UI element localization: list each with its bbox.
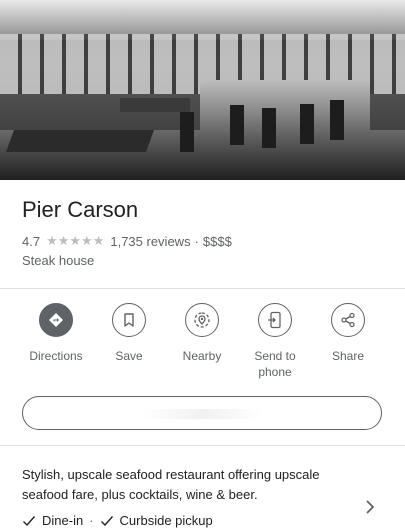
chevron-right-icon[interactable] [363, 498, 377, 516]
feature-label: Dine-in [42, 513, 84, 528]
send-to-phone-button[interactable]: Send to phone [239, 303, 311, 380]
share-button[interactable]: Share [312, 303, 384, 364]
share-label: Share [331, 349, 365, 363]
reviews-link[interactable]: 1,735 reviews [110, 234, 190, 249]
check-icon [23, 515, 36, 526]
star-rating-icon: ★★★★★ [46, 233, 105, 248]
send-to-phone-icon [258, 303, 292, 337]
nearby-icon [185, 303, 219, 337]
photo-table [5, 130, 155, 152]
photo-chair [180, 112, 194, 152]
nearby-button[interactable]: Nearby [166, 303, 238, 364]
place-category[interactable]: Steak house [22, 253, 94, 268]
feature-label: Curbside pickup [119, 513, 213, 528]
photo-chair [300, 104, 314, 144]
photo-chair [230, 105, 244, 145]
rating-row: 4.7 ★★★★★ 1,735 reviews · $$$$ [22, 233, 232, 249]
place-description: Stylish, upscale seafood restaurant offe… [22, 467, 320, 502]
check-icon [100, 515, 113, 526]
divider [0, 288, 405, 289]
directions-label: Directions [29, 349, 83, 363]
photo-chair [262, 108, 276, 148]
price-level: $$$$ [202, 233, 232, 249]
send-to-phone-label: Send to phone [254, 349, 296, 379]
bookmark-icon [112, 303, 146, 337]
share-icon [331, 303, 365, 337]
save-label: Save [115, 349, 143, 363]
nearby-label: Nearby [182, 349, 222, 363]
action-bar: Directions Save Nearby Send to phone Sha… [0, 303, 405, 383]
separator-dot: · [89, 513, 94, 528]
directions-icon [39, 303, 73, 337]
separator-dot: · [194, 233, 199, 249]
directions-button[interactable]: Directions [20, 303, 92, 364]
place-photo[interactable] [0, 0, 405, 180]
place-name: Pier Carson [22, 197, 139, 222]
service-options: Dine-in · Curbside pickup [22, 513, 213, 528]
feature-dine-in: Dine-in [22, 513, 83, 528]
photo-chair [330, 100, 344, 140]
pill-placeholder [143, 409, 263, 419]
rating-value: 4.7 [22, 233, 41, 249]
suggest-action-pill[interactable] [22, 396, 382, 430]
divider [0, 445, 405, 446]
feature-curbside-pickup: Curbside pickup [100, 513, 213, 528]
save-button[interactable]: Save [93, 303, 165, 364]
photo-table [120, 98, 190, 112]
